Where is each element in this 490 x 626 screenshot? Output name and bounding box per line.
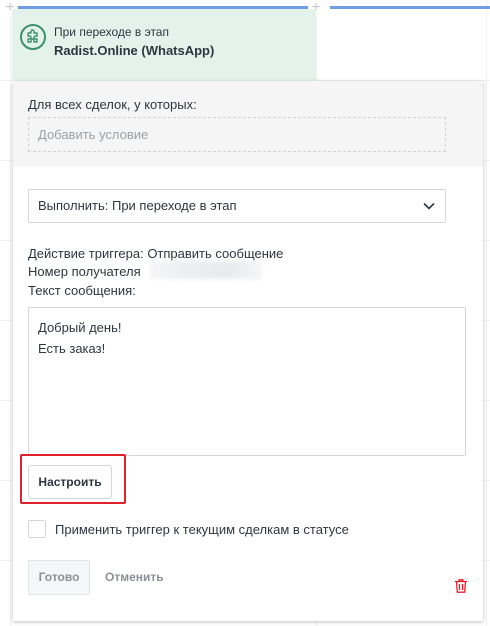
grid-line [10,0,11,626]
recipient-number-redacted [150,261,262,279]
add-condition-input[interactable]: Добавить условие [28,117,446,152]
done-button[interactable]: Готово [28,560,90,595]
apply-to-current-deals-checkbox[interactable] [28,520,46,538]
trigger-action-text: Действие триггера: Отправить сообщение [28,246,284,261]
message-textarea[interactable]: Добрый день! Есть заказ! [28,307,466,456]
chevron-down-icon [423,202,435,210]
conditions-section: Для всех сделок, у которых: Добавить усл… [13,81,483,167]
trigger-subtitle: При переходе в этап [54,25,169,39]
trigger-card-header[interactable]: При переходе в этап Radist.Online (Whats… [12,9,316,81]
cancel-button[interactable]: Отменить [105,570,164,584]
execute-select-value: Выполнить: При переходе в этап [38,198,237,213]
stage-color-bar [330,6,490,9]
grid-line [486,0,487,626]
conditions-label: Для всех сделок, у которых: [28,97,197,112]
apply-to-current-deals-label[interactable]: Применить триггер к текущим сделкам в ст… [55,522,349,537]
execute-select[interactable]: Выполнить: При переходе в этап [28,189,446,223]
puzzle-icon [20,24,46,50]
trigger-title: Radist.Online (WhatsApp) [54,43,215,58]
trash-icon[interactable] [454,578,468,594]
trigger-settings-panel: Для всех сделок, у которых: Добавить усл… [13,81,483,621]
configure-button[interactable]: Настроить [28,465,112,499]
message-text-label: Текст сообщения: [28,283,136,298]
recipient-number-label: Номер получателя [28,264,141,279]
